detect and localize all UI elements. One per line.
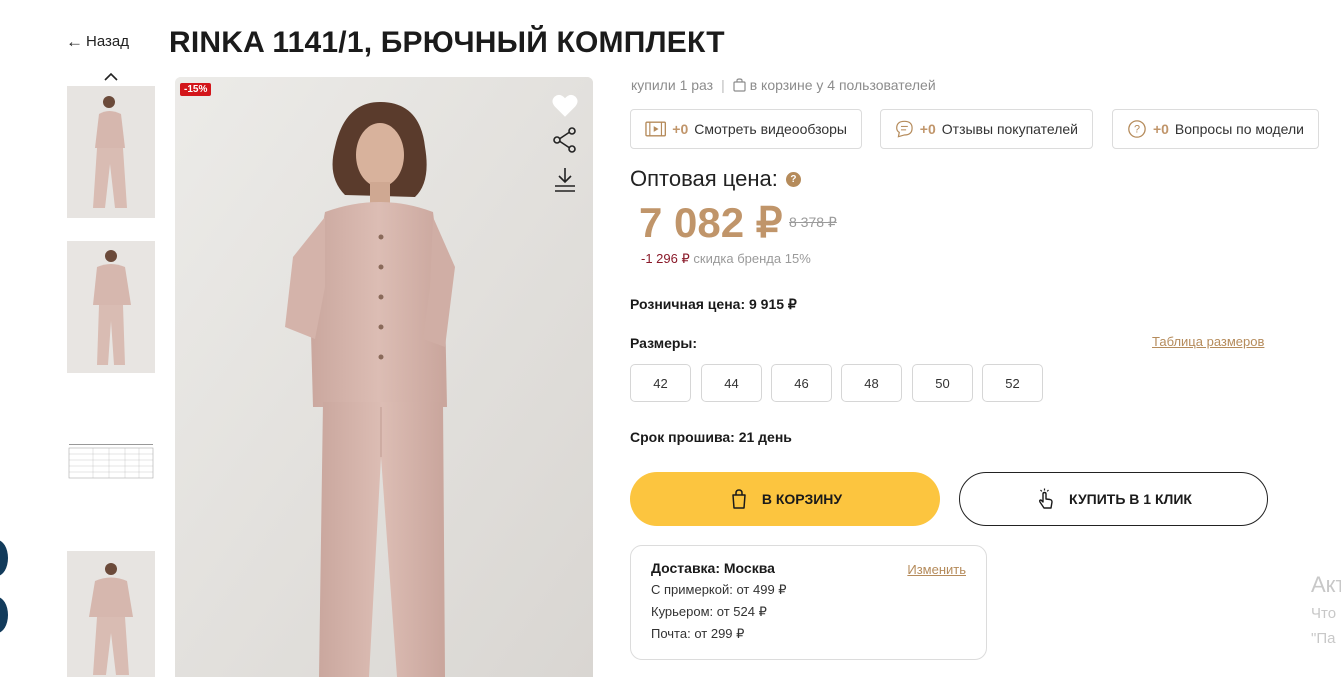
wholesale-price-label-row: Оптовая цена: ?	[630, 166, 801, 192]
size-option[interactable]: 46	[771, 364, 832, 402]
size-option[interactable]: 44	[701, 364, 762, 402]
old-price: 8 378 ₽	[789, 214, 837, 230]
delivery-card: Доставка: Москва Изменить С примеркой: о…	[630, 545, 987, 660]
purchase-stats: купили 1 раз | в корзине у 4 пользовател…	[631, 77, 936, 93]
thumbnail-1[interactable]	[67, 86, 155, 218]
model-photo-image	[175, 77, 593, 677]
sizes-label: Размеры:	[630, 335, 698, 351]
change-city-link[interactable]: Изменить	[907, 562, 966, 577]
size-option[interactable]: 42	[630, 364, 691, 402]
add-to-cart-label: В КОРЗИНУ	[761, 491, 843, 507]
model-questions-button[interactable]: ? +0 Вопросы по модели	[1112, 109, 1319, 149]
add-to-cart-button[interactable]: В КОРЗИНУ	[630, 472, 940, 526]
wholesale-price-label: Оптовая цена:	[630, 166, 778, 191]
model-thumbnail-image	[67, 86, 155, 218]
production-term: Срок прошива: 21 день	[630, 429, 792, 445]
side-panel-text: Что	[1311, 605, 1337, 622]
delivery-option: Почта: от 299 ₽	[651, 626, 745, 641]
brand-discount: -1 296 ₽ скидка бренда 15%	[641, 251, 811, 267]
floating-widget-button[interactable]	[0, 597, 8, 633]
side-panel-text: "Па	[1311, 630, 1336, 647]
bought-count: купили 1 раз	[631, 77, 714, 93]
model-questions-label: Вопросы по модели	[1174, 121, 1304, 137]
model-questions-count: +0	[1152, 121, 1169, 137]
buy-one-click-label: КУПИТЬ В 1 КЛИК	[1069, 491, 1192, 507]
chevron-up-icon[interactable]	[103, 70, 119, 82]
tap-hand-icon	[1039, 488, 1053, 509]
size-option[interactable]: 50	[912, 364, 973, 402]
delivery-option: С примеркой: от 499 ₽	[651, 582, 787, 597]
size-table-link[interactable]: Таблица размеров	[1152, 334, 1264, 349]
stats-separator: |	[721, 77, 725, 93]
model-thumbnail-image	[67, 241, 155, 373]
back-link[interactable]: ← Назад	[66, 33, 129, 50]
customer-reviews-count: +0	[919, 121, 936, 137]
main-product-photo[interactable]: -15%	[175, 77, 593, 677]
customer-reviews-label: Отзывы покупателей	[941, 121, 1078, 137]
thumbnail-4[interactable]	[67, 551, 155, 677]
product-title: RINKA 1141/1, БРЮЧНЫЙ КОМПЛЕКТ	[169, 26, 725, 59]
video-reviews-button[interactable]: +0 Смотреть видеообзоры	[630, 109, 862, 149]
heart-icon[interactable]	[551, 92, 579, 120]
video-reviews-label: Смотреть видеообзоры	[694, 121, 847, 137]
side-panel-text: Акт	[1311, 572, 1341, 597]
model-thumbnail-image	[67, 551, 155, 677]
thumbnail-size-chart[interactable]	[67, 396, 155, 528]
discount-text: скидка бренда 15%	[693, 251, 811, 266]
size-option[interactable]: 48	[841, 364, 902, 402]
size-option[interactable]: 52	[982, 364, 1043, 402]
video-reviews-count: +0	[672, 121, 689, 137]
bag-icon	[733, 78, 746, 92]
question-icon: ?	[1128, 120, 1146, 138]
discount-amount: -1 296 ₽	[641, 251, 690, 266]
discount-badge: -15%	[180, 83, 212, 96]
back-label: Назад	[86, 33, 129, 50]
chat-icon	[896, 120, 913, 138]
buy-one-click-button[interactable]: КУПИТЬ В 1 КЛИК	[959, 472, 1268, 526]
thumbnail-2[interactable]	[67, 241, 155, 373]
download-icon[interactable]	[551, 166, 579, 194]
svg-text:?: ?	[1134, 124, 1140, 136]
retail-price: Розничная цена: 9 915 ₽	[630, 296, 797, 312]
customer-reviews-button[interactable]: +0 Отзывы покупателей	[880, 109, 1093, 149]
video-icon	[645, 121, 667, 137]
in-cart-count: в корзине у 4 пользователей	[749, 77, 936, 93]
size-chart-thumbnail-image	[67, 396, 155, 528]
delivery-option: Курьером: от 524 ₽	[651, 604, 767, 619]
floating-widget-button[interactable]	[0, 540, 8, 576]
bag-icon	[732, 489, 746, 509]
help-icon[interactable]: ?	[785, 171, 801, 187]
share-icon[interactable]	[551, 126, 579, 154]
current-price: 7 082 ₽	[639, 199, 783, 246]
arrow-left-icon: ←	[66, 32, 83, 51]
